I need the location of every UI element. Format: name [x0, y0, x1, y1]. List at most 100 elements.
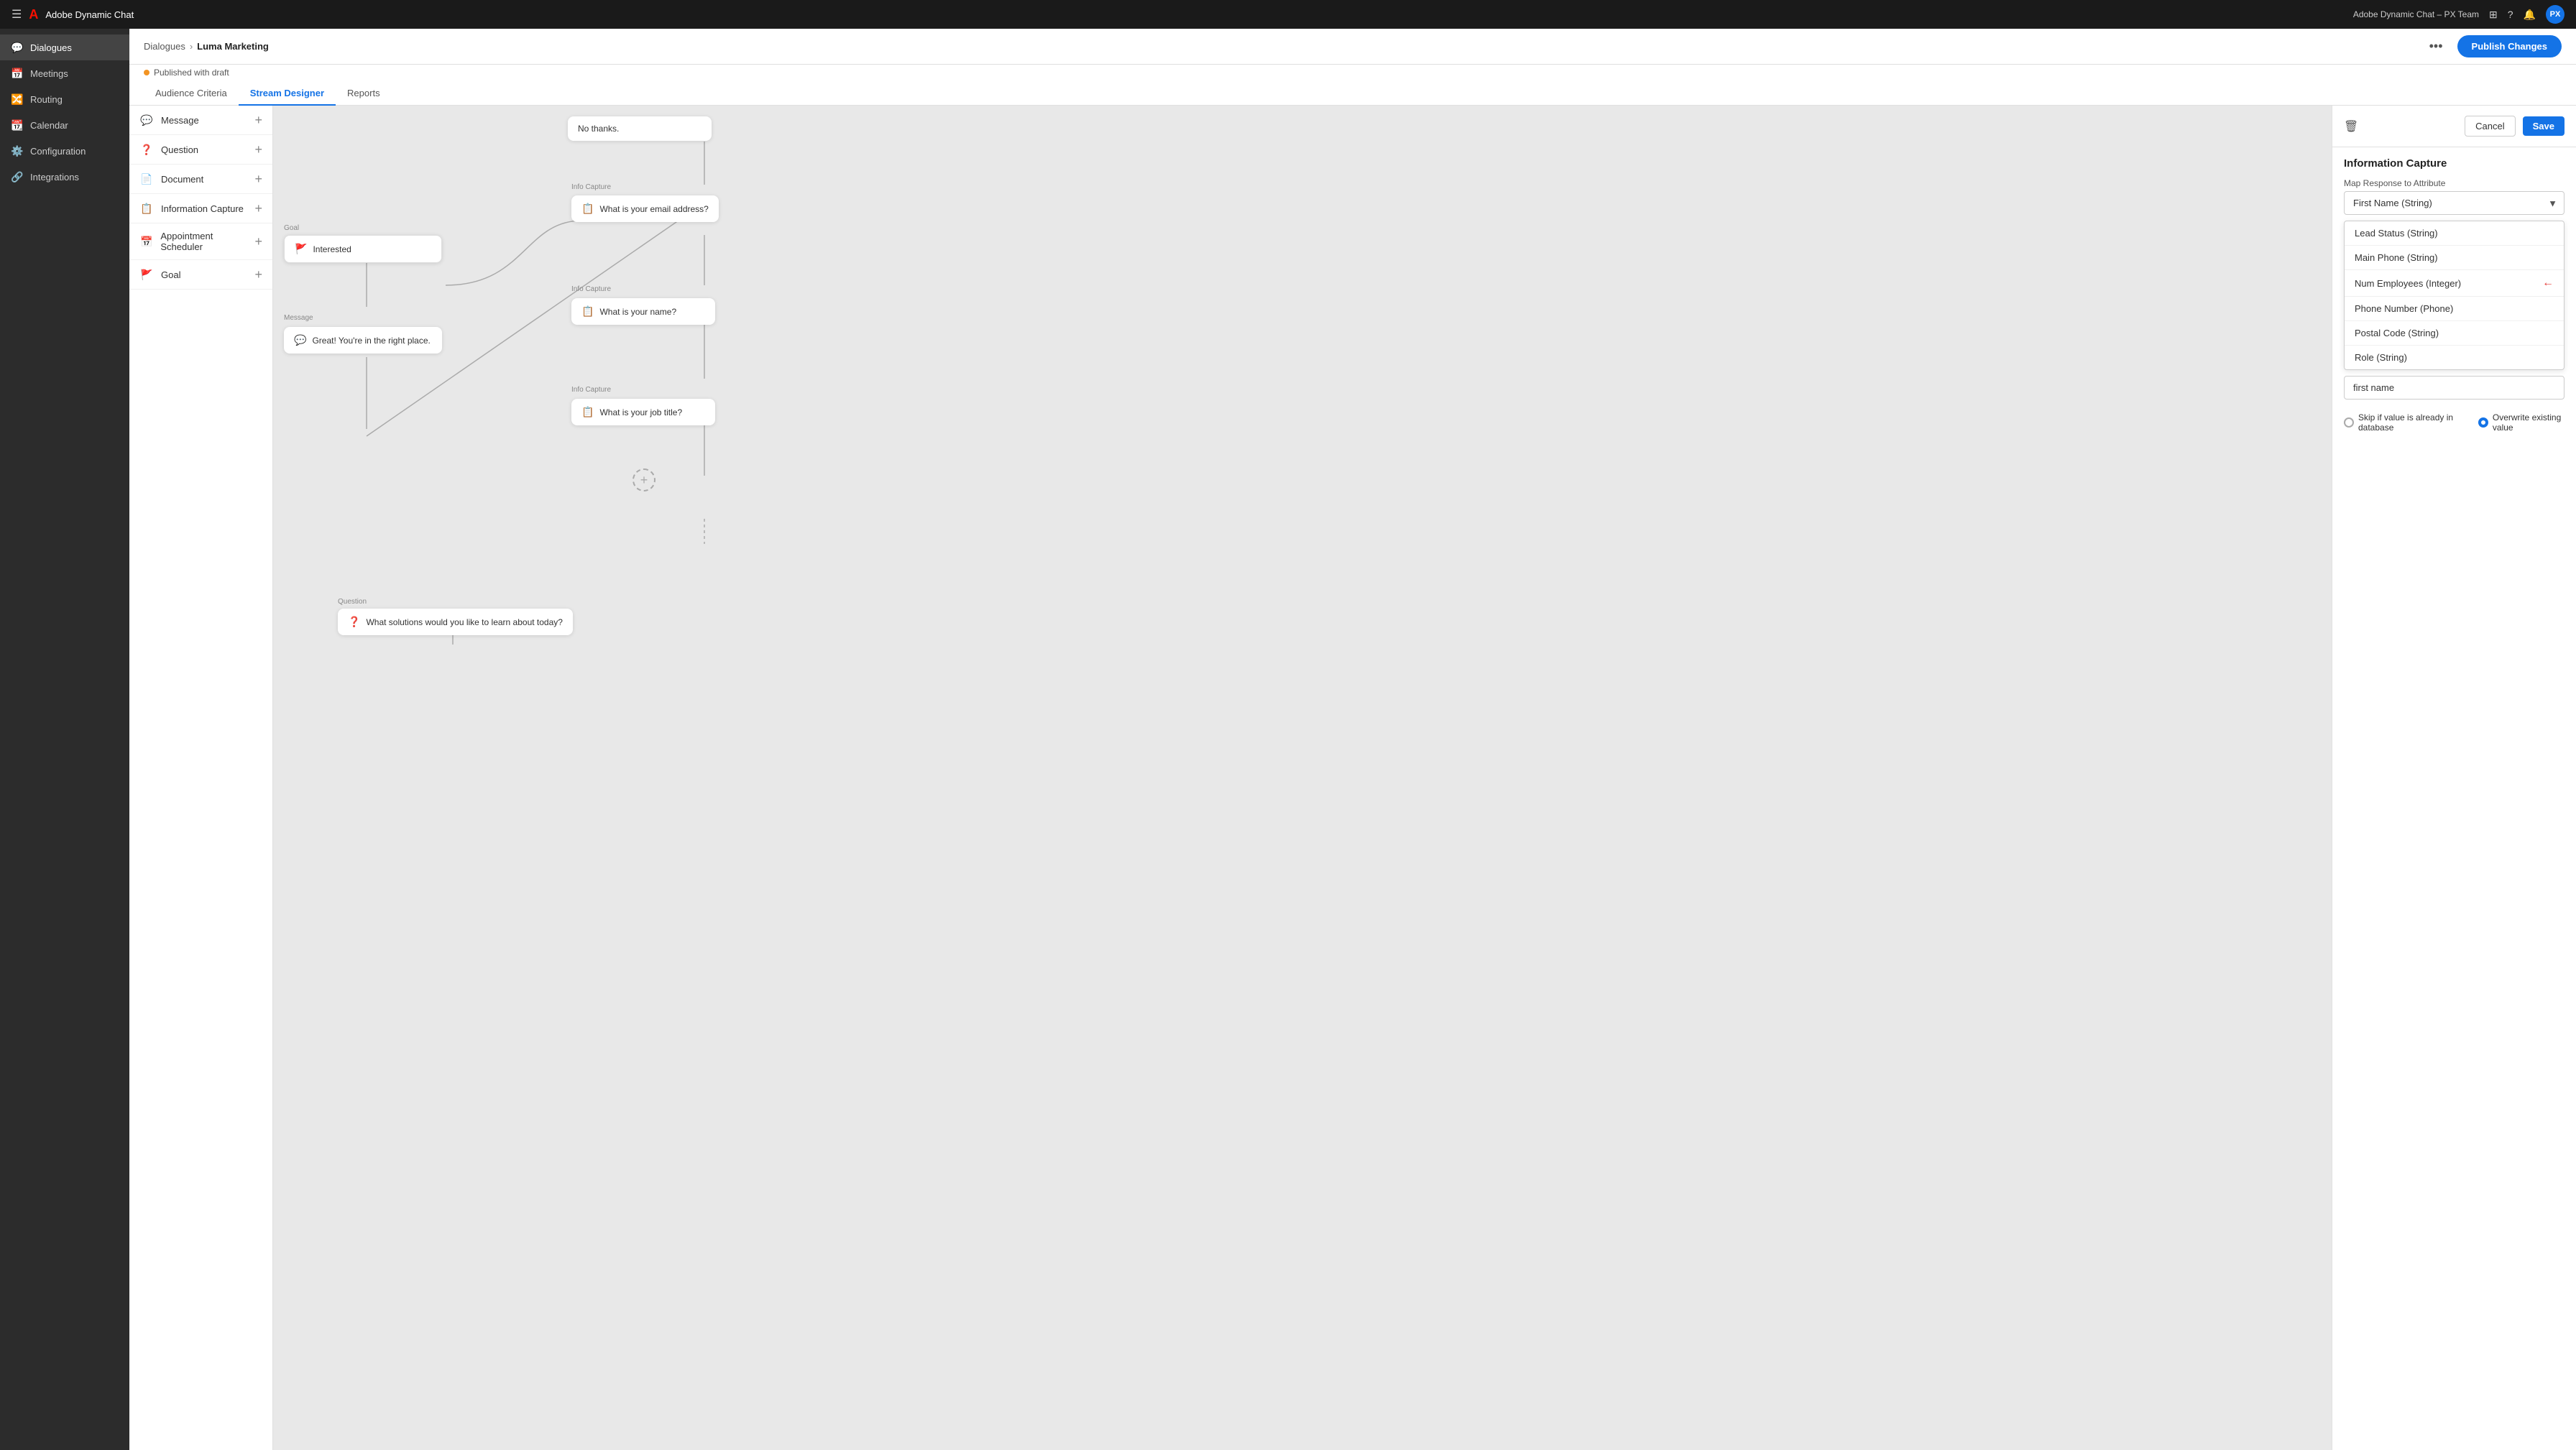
document-add-icon[interactable]: + [254, 172, 262, 185]
dialogues-icon: 💬 [12, 42, 23, 53]
right-panel-actions: Cancel Save [2465, 116, 2564, 137]
main-content: Dialogues › Luma Marketing ••• Publish C… [129, 29, 2576, 1450]
node-no-thanks-body: No thanks. [578, 124, 702, 134]
appointment-add-icon[interactable]: + [254, 235, 262, 248]
attribute-dropdown[interactable]: First Name (String) [2344, 191, 2564, 215]
dropdown-item-num-employees[interactable]: Num Employees (Integer) ← [2345, 270, 2564, 297]
node-name-capture[interactable]: 📋 What is your name? [571, 298, 715, 325]
breadcrumb-parent[interactable]: Dialogues [144, 41, 185, 52]
grid-icon[interactable]: ⊞ [2489, 9, 2498, 21]
question-add-icon[interactable]: + [254, 143, 262, 156]
canvas[interactable]: No thanks. Goal 🚩 Interested Message [273, 106, 2332, 1450]
sidebar-item-configuration[interactable]: ⚙️ Configuration [0, 138, 129, 164]
dropdown-item-main-phone[interactable]: Main Phone (String) [2345, 246, 2564, 270]
block-question[interactable]: ❓ Question + [129, 135, 272, 165]
message-block-icon: 💬 [139, 113, 154, 127]
attribute-dropdown-wrapper[interactable]: First Name (String) ▼ [2344, 191, 2564, 215]
sub-header: Published with draft Audience Criteria S… [129, 65, 2576, 106]
topbar-right: ••• Publish Changes [2424, 35, 2562, 57]
status-text: Published with draft [154, 68, 229, 78]
goal-block-label: Goal [161, 269, 180, 280]
adobe-logo: A [29, 7, 38, 22]
dropdown-item-lead-status[interactable]: Lead Status (String) [2345, 221, 2564, 246]
node-great-message[interactable]: 💬 Great! You're in the right place. [284, 327, 442, 354]
goal-label: Goal [284, 224, 299, 232]
save-button[interactable]: Save [2523, 116, 2564, 136]
sidebar-item-label-integrations: Integrations [30, 172, 79, 183]
dropdown-item-phone-number[interactable]: Phone Number (Phone) [2345, 297, 2564, 321]
tab-audience[interactable]: Audience Criteria [144, 82, 239, 106]
radio-overwrite[interactable]: Overwrite existing value [2478, 412, 2564, 433]
configuration-icon: ⚙️ [12, 145, 23, 157]
tab-stream[interactable]: Stream Designer [239, 82, 336, 106]
node-what-solutions[interactable]: ❓ What solutions would you like to learn… [338, 609, 573, 635]
delete-button[interactable]: 🗑 [2344, 119, 2358, 134]
dropdown-item-label: Postal Code (String) [2355, 328, 2439, 338]
tabs: Audience Criteria Stream Designer Report… [144, 82, 2562, 105]
avatar[interactable]: PX [2546, 5, 2564, 24]
sidebar-item-dialogues[interactable]: 💬 Dialogues [0, 34, 129, 60]
publish-button[interactable]: Publish Changes [2457, 35, 2562, 57]
block-document[interactable]: 📄 Document + [129, 165, 272, 194]
node-jobtitle-body: 📋 What is your job title? [581, 406, 705, 418]
hamburger-icon[interactable]: ☰ [12, 7, 22, 22]
radio-skip-label: Skip if value is already in database [2358, 412, 2464, 433]
global-topbar-right: Adobe Dynamic Chat – PX Team ⊞ ? 🔔 PX [2353, 5, 2564, 24]
question-label-canvas: Question [338, 598, 367, 606]
radio-skip[interactable]: Skip if value is already in database [2344, 412, 2464, 433]
name-icon: 📋 [581, 305, 594, 318]
document-block-label: Document [161, 174, 203, 185]
node-no-thanks[interactable]: No thanks. [568, 116, 712, 141]
block-message[interactable]: 💬 Message + [129, 106, 272, 135]
node-email-capture[interactable]: 📋 What is your email address? [571, 195, 719, 222]
message-add-icon[interactable]: + [254, 114, 262, 126]
more-options-button[interactable]: ••• [2424, 36, 2449, 57]
tab-reports[interactable]: Reports [336, 82, 392, 106]
node-jobtitle-capture[interactable]: 📋 What is your job title? [571, 399, 715, 425]
response-text-input[interactable] [2344, 376, 2564, 400]
status-row: Published with draft [144, 68, 2562, 82]
block-goal[interactable]: 🚩 Goal + [129, 260, 272, 290]
jobtitle-icon: 📋 [581, 406, 594, 418]
dropdown-item-role[interactable]: Role (String) [2345, 346, 2564, 369]
right-panel-header: 🗑 Cancel Save [2332, 106, 2576, 147]
node-interested[interactable]: 🚩 Interested [284, 235, 442, 263]
sidebar-item-meetings[interactable]: 📅 Meetings [0, 60, 129, 86]
topbar-left: Dialogues › Luma Marketing [144, 41, 269, 52]
notification-icon[interactable]: 🔔 [2524, 9, 2536, 21]
block-info-capture[interactable]: 📋 Information Capture + [129, 194, 272, 223]
info-capture-block-icon: 📋 [139, 201, 154, 216]
sidebar-item-routing[interactable]: 🔀 Routing [0, 86, 129, 112]
right-panel-title: Information Capture [2332, 147, 2576, 174]
node-interested-body: 🚩 Interested [295, 243, 431, 255]
sidebar-item-label-routing: Routing [30, 94, 63, 105]
dropdown-item-label: Phone Number (Phone) [2355, 303, 2453, 314]
node-great-text: Great! You're in the right place. [312, 336, 430, 346]
add-node-circle[interactable]: + [632, 468, 656, 491]
dropdown-item-postal-code[interactable]: Postal Code (String) [2345, 321, 2564, 346]
meetings-icon: 📅 [12, 68, 23, 79]
breadcrumb-current: Luma Marketing [197, 41, 269, 52]
radio-overwrite-label: Overwrite existing value [2493, 412, 2564, 433]
block-document-left: 📄 Document [139, 172, 203, 186]
sidebar-item-label-meetings: Meetings [30, 68, 68, 79]
app-title-team: Adobe Dynamic Chat – PX Team [2353, 9, 2479, 19]
node-name-text: What is your name? [599, 307, 676, 317]
topbar: Dialogues › Luma Marketing ••• Publish C… [129, 29, 2576, 65]
radio-skip-circle [2344, 417, 2354, 428]
goal-add-icon[interactable]: + [254, 268, 262, 281]
appointment-block-label: Appointment Scheduler [160, 231, 254, 252]
sidebar: 💬 Dialogues 📅 Meetings 🔀 Routing 📆 Calen… [0, 29, 129, 1450]
sidebar-nav: 💬 Dialogues 📅 Meetings 🔀 Routing 📆 Calen… [0, 29, 129, 190]
blocks-panel: 💬 Message + ❓ Question + [129, 106, 273, 1450]
map-response-label: Map Response to Attribute [2332, 174, 2576, 191]
dropdown-item-label: Role (String) [2355, 352, 2407, 363]
routing-icon: 🔀 [12, 93, 23, 105]
sidebar-item-integrations[interactable]: 🔗 Integrations [0, 164, 129, 190]
help-icon[interactable]: ? [2508, 9, 2513, 20]
info-capture-add-icon[interactable]: + [254, 202, 262, 215]
sidebar-item-calendar[interactable]: 📆 Calendar [0, 112, 129, 138]
block-appointment[interactable]: 📅 Appointment Scheduler + [129, 223, 272, 260]
calendar-icon: 📆 [12, 119, 23, 131]
cancel-button[interactable]: Cancel [2465, 116, 2515, 137]
